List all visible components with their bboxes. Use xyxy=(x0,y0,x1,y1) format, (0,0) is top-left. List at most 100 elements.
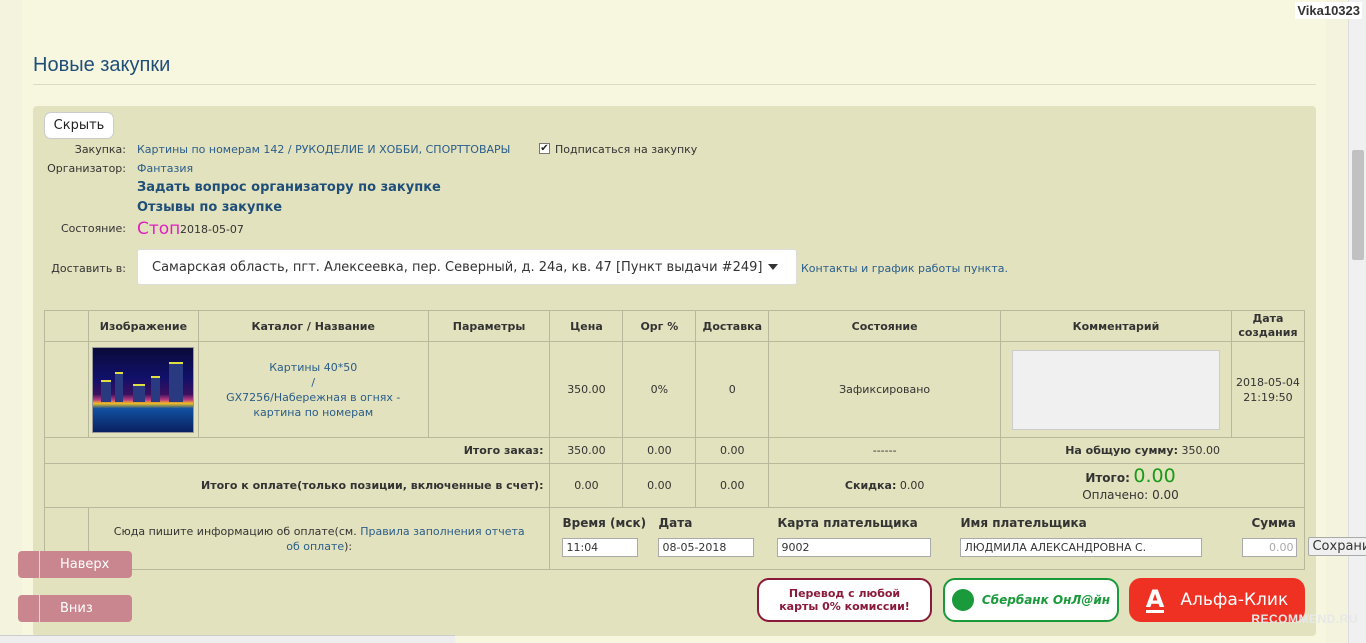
total-sum-label: На общую сумму: xyxy=(1065,444,1178,457)
subscribe-label[interactable]: Подписаться на закупку xyxy=(555,143,697,156)
header-catalog: Каталог / Название xyxy=(197,310,429,342)
total-pay-row: Итого к оплате(только позиции, включенны… xyxy=(43,463,1305,508)
payment-hint-cell: Сюда пишите информацию об оплате(см. Пра… xyxy=(87,507,551,570)
total-pay-delivery: 0.00 xyxy=(695,463,770,508)
itogo-value: 0.00 xyxy=(1133,465,1176,487)
row-catalog-link[interactable]: Картины 40*50 xyxy=(205,360,422,375)
product-image[interactable] xyxy=(92,346,195,433)
total-pay-price: 0.00 xyxy=(549,463,624,508)
deliver-label: Доставить в: xyxy=(51,262,126,275)
card-label: Карта плательщика xyxy=(777,516,918,530)
scrollbar-thumb[interactable] xyxy=(1352,150,1364,260)
zakupka-label: Закупка: xyxy=(74,143,126,156)
delivery-point-value: Самарская область, пгт. Алексеевка, пер.… xyxy=(152,259,763,275)
scroll-up-button[interactable]: Наверх xyxy=(18,551,132,578)
zakupka-link[interactable]: Картины по номерам 142 / РУКОДЕЛИЕ И ХОБ… xyxy=(137,143,510,156)
header-comment: Комментарий xyxy=(1000,310,1232,342)
row-comment-cell xyxy=(1000,341,1232,438)
header-date: Дата создания xyxy=(1230,310,1306,342)
row-state-cell: Зафиксировано xyxy=(768,341,1001,438)
card-transfer-button[interactable]: Перевод с любой карты 0% комиссии! xyxy=(757,578,932,622)
chevron-down-icon xyxy=(768,264,778,270)
sberbank-label: Сбербанк ОнЛ@йн xyxy=(981,593,1111,607)
sum-input[interactable]: 0.00 xyxy=(1242,538,1298,557)
reviews-link[interactable]: Отзывы по закупке xyxy=(137,200,282,215)
status-bar xyxy=(0,635,455,643)
total-order-state: ------ xyxy=(768,437,1001,464)
payment-hint-end: ): xyxy=(344,539,353,553)
total-pay-org: 0.00 xyxy=(622,463,697,508)
organizer-link[interactable]: Фантазия xyxy=(137,162,193,175)
ask-organizer-link[interactable]: Задать вопрос организатору по закупке xyxy=(137,180,441,195)
header-state: Состояние xyxy=(768,310,1001,342)
orders-table: Изображение Каталог / Название Параметры… xyxy=(43,310,1366,570)
username-label[interactable]: Vika10323 xyxy=(1295,2,1362,19)
delivery-point-select[interactable]: Самарская область, пгт. Алексеевка, пер.… xyxy=(137,249,797,285)
scroll-down-button[interactable]: Вниз xyxy=(18,595,132,622)
arrow-down-icon xyxy=(18,595,40,622)
row-product-link[interactable]: GX7256/Набережная в огнях - картина по н… xyxy=(205,390,422,420)
row-time: 21:19:50 xyxy=(1243,390,1293,404)
save-button[interactable]: Сохранить xyxy=(1308,537,1366,556)
total-pay-label: Итого к оплате(только позиции, включенны… xyxy=(43,463,551,508)
sberbank-online-button[interactable]: Сбербанк ОнЛ@йн xyxy=(943,578,1119,622)
header-image: Изображение xyxy=(87,310,199,342)
total-order-price: 350.00 xyxy=(549,437,624,464)
status-label: Состояние: xyxy=(60,222,126,235)
row-params-cell xyxy=(427,341,551,438)
status-value: Стоп xyxy=(137,219,181,239)
row-select-cell xyxy=(44,341,89,438)
time-input[interactable]: 11:04 xyxy=(562,538,639,557)
discount-cell: Скидка: 0.00 xyxy=(768,463,1001,508)
sum-label: Сумма xyxy=(1251,516,1296,530)
row-date-cell: 2018-05-04 21:19:50 xyxy=(1230,341,1306,438)
card-input[interactable]: 9002 xyxy=(777,538,932,557)
row-price-cell: 350.00 xyxy=(549,341,624,438)
comment-textarea[interactable] xyxy=(1011,349,1220,430)
hide-button[interactable]: Скрыть xyxy=(44,112,114,139)
total-order-org: 0.00 xyxy=(622,437,697,464)
contacts-link[interactable]: Контакты и график работы пункта. xyxy=(801,262,1008,275)
total-sum-value: 350.00 xyxy=(1181,444,1221,457)
alfa-logo-icon: А xyxy=(1145,584,1165,613)
itogo-cell: Итого: 0.00 Оплачено: 0.00 xyxy=(1000,463,1305,508)
row-delivery-cell: 0 xyxy=(695,341,770,438)
date-label: Дата xyxy=(658,516,693,530)
itogo-label: Итого: xyxy=(1085,471,1130,485)
discount-value: 0.00 xyxy=(899,479,925,492)
scroll-up-label: Наверх xyxy=(60,557,110,572)
subscribe-checkbox[interactable]: ✔ xyxy=(539,143,550,154)
sberbank-logo-icon xyxy=(951,589,974,611)
row-date: 2018-05-04 xyxy=(1236,375,1300,389)
date-input[interactable]: 08-05-2018 xyxy=(658,538,755,557)
header-org: Орг % xyxy=(622,310,697,342)
scroll-down-label: Вниз xyxy=(60,601,93,616)
payment-info-row: Сюда пишите информацию об оплате(см. Пра… xyxy=(44,507,1366,570)
paid-label: Оплачено: xyxy=(1082,488,1149,502)
payer-name-input[interactable]: ЛЮДМИЛА АЛЕКСАНДРОВНА С. xyxy=(960,538,1203,557)
alfa-label: Альфа-Клик xyxy=(1180,590,1289,610)
header-select xyxy=(44,310,89,342)
total-sum-cell: На общую сумму: 350.00 xyxy=(1000,437,1305,464)
row-catalog-cell: Картины 40*50 / GX7256/Набережная в огня… xyxy=(197,341,429,438)
discount-label: Скидка: xyxy=(844,479,897,492)
table-row: Картины 40*50 / GX7256/Набережная в огня… xyxy=(44,341,1306,438)
time-label: Время (мск) xyxy=(562,516,647,530)
total-order-delivery: 0.00 xyxy=(695,437,770,464)
organizer-label: Организатор: xyxy=(47,162,126,175)
payment-hint-text: Сюда пишите информацию об оплате(см. xyxy=(113,524,357,538)
arrow-up-icon xyxy=(18,551,40,578)
total-order-label: Итого заказ: xyxy=(43,437,551,464)
page-title: Новые закупки xyxy=(33,54,171,76)
total-order-row: Итого заказ: 350.00 0.00 0.00 ------ На … xyxy=(43,437,1305,464)
paid-value: 0.00 xyxy=(1152,488,1179,502)
row-catalog-separator: / xyxy=(311,375,316,389)
table-header-row: Изображение Каталог / Название Параметры… xyxy=(44,310,1306,342)
header-params: Параметры xyxy=(427,310,551,342)
watermark: RECOMMEND.RU xyxy=(1251,612,1358,626)
payer-name-label: Имя плательщика xyxy=(960,516,1087,530)
row-image-cell xyxy=(87,341,199,438)
row-org-cell: 0% xyxy=(622,341,697,438)
title-divider xyxy=(33,84,1316,85)
header-price: Цена xyxy=(549,310,624,342)
